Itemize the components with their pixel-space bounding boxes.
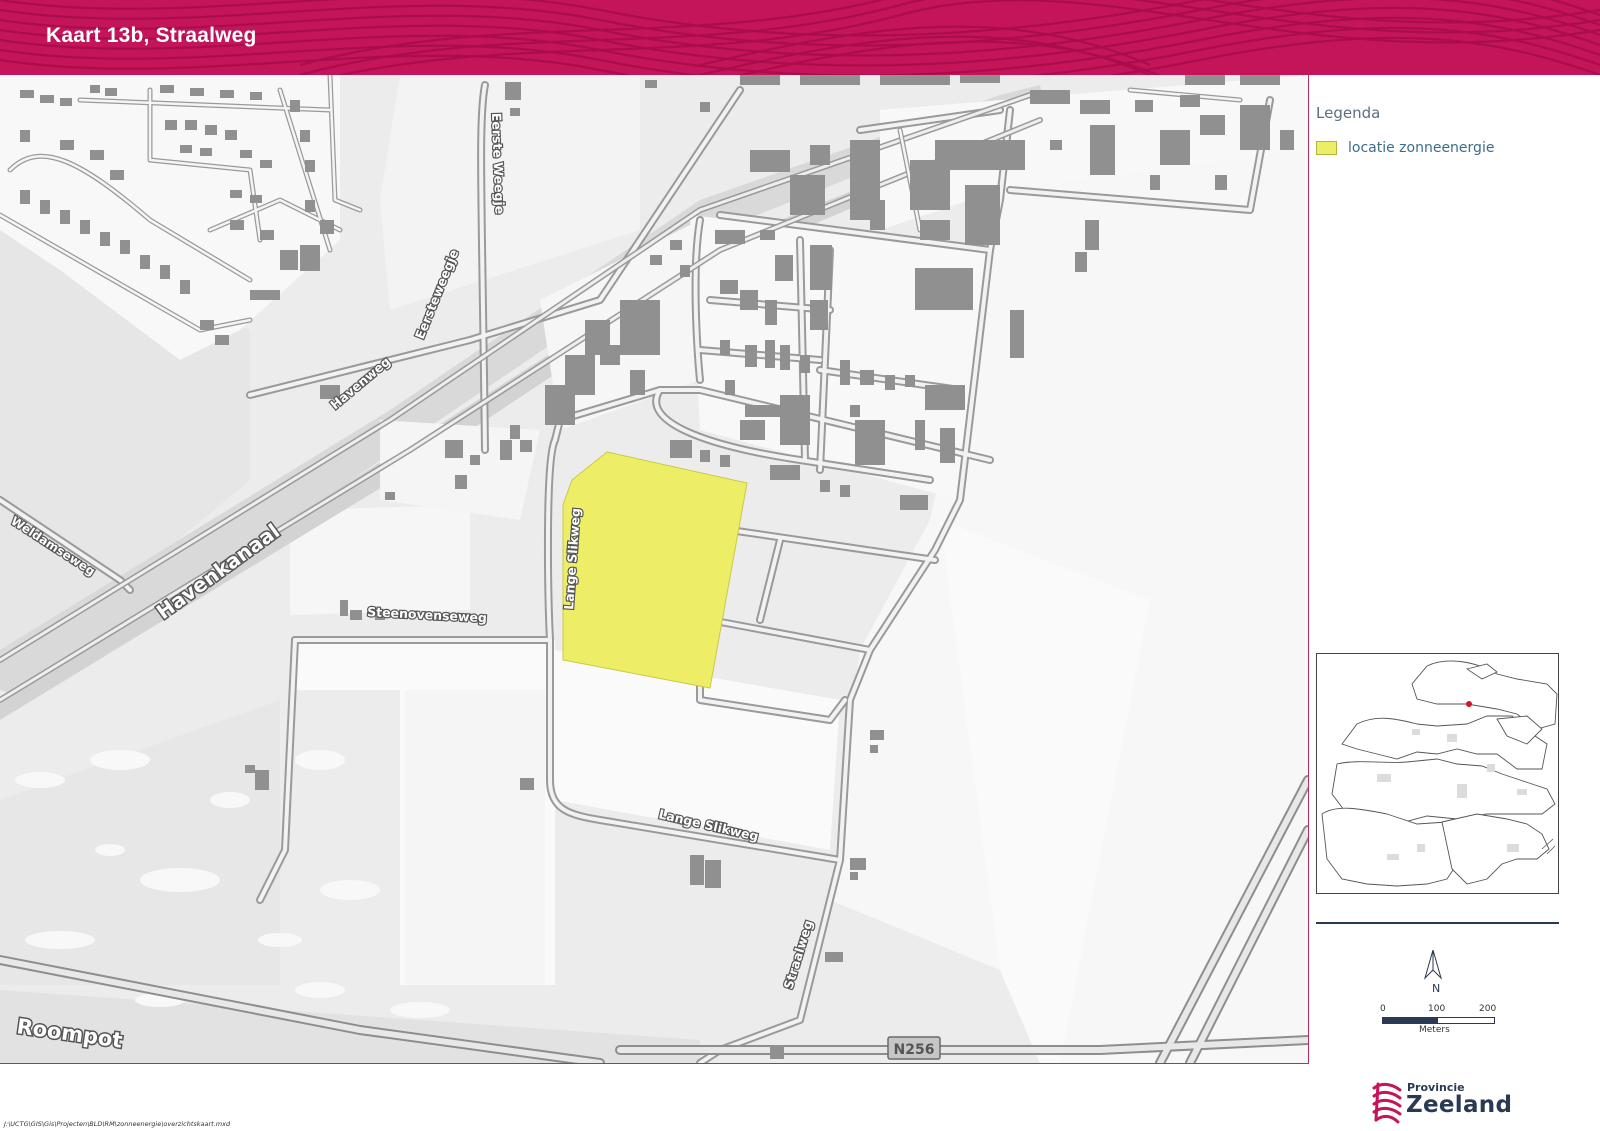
scale-tick-0: 0 <box>1380 1004 1386 1014</box>
n256-road-shield: N256 <box>887 1036 941 1060</box>
overview-map-canvas <box>1317 654 1558 893</box>
map-frame[interactable]: Eerste Weegje Eersteweegje Havenweg Have… <box>0 75 1309 1064</box>
scale-bar: 0 100 200 Meters <box>1377 1004 1501 1035</box>
scale-tick-100: 100 <box>1428 1004 1446 1014</box>
scale-unit: Meters <box>1419 1025 1450 1035</box>
overview-location-marker <box>1466 701 1472 707</box>
overview-map[interactable] <box>1316 653 1559 894</box>
legend-title: Legenda <box>1316 104 1381 122</box>
logo-text-zeeland: Zeeland <box>1406 1092 1513 1118</box>
scale-tick-200: 200 <box>1479 1004 1497 1014</box>
north-label: N <box>1432 982 1441 995</box>
province-logo: Provincie Zeeland <box>1370 1080 1513 1124</box>
scale-bar-graphic <box>1382 1017 1495 1024</box>
legend-separator <box>1316 922 1559 924</box>
north-arrow-icon <box>1424 950 1442 980</box>
page-title: Kaart 13b, Straalweg <box>46 24 257 47</box>
header-bar: Kaart 13b, Straalweg <box>0 0 1600 75</box>
legend-item-solar: locatie zonneenergie <box>1316 140 1494 156</box>
file-path: J:\UCTG\GIS\Gis\Projecten\BLD\RM\zonneen… <box>4 1120 231 1128</box>
scale-bar-fill <box>1383 1018 1438 1023</box>
map-canvas[interactable]: Eerste Weegje Eersteweegje Havenweg Have… <box>0 75 1308 1063</box>
legend-swatch-yellow <box>1316 141 1337 155</box>
n256-label: N256 <box>894 1042 935 1058</box>
legend-item-label: locatie zonneenergie <box>1348 140 1495 156</box>
zeeland-lion-icon <box>1372 1082 1402 1124</box>
legend: Legenda locatie zonneenergie <box>1316 104 1576 156</box>
